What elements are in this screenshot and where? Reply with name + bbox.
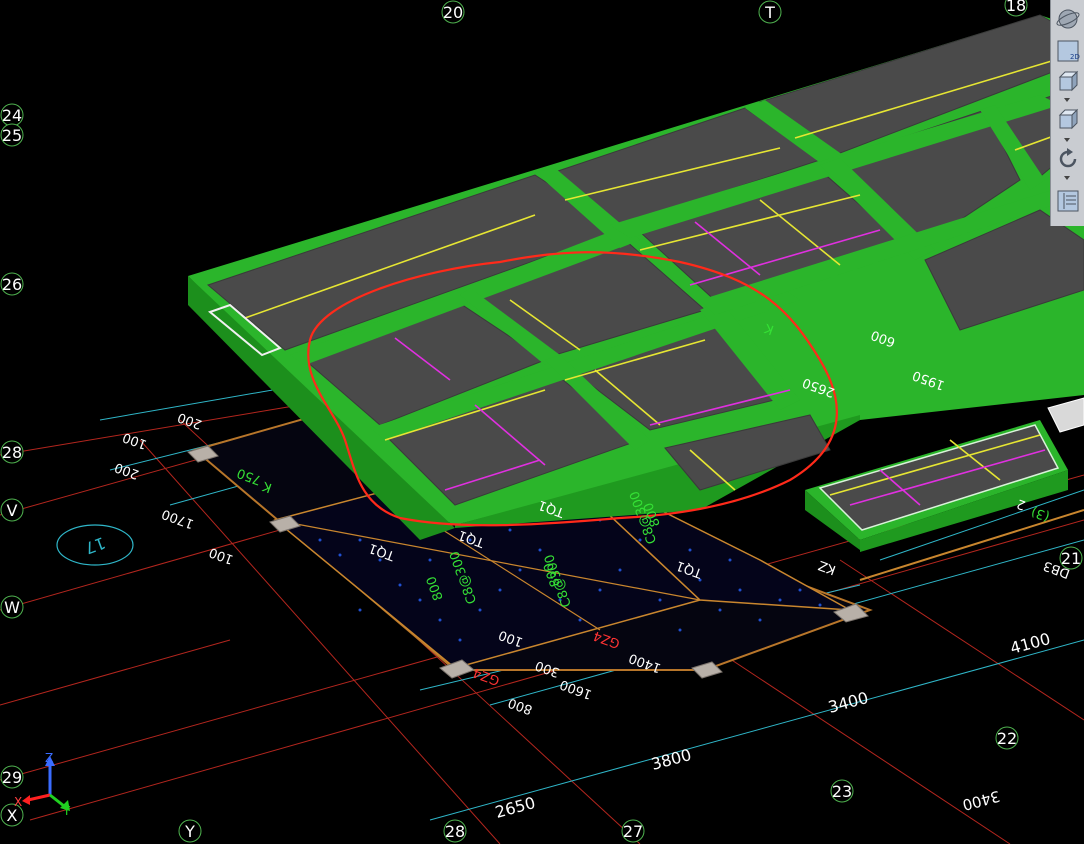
axis-bubble-22[interactable]: 22	[995, 726, 1019, 750]
svg-text:V: V	[7, 501, 18, 520]
svg-text:200: 200	[176, 409, 204, 432]
svg-text:4100: 4100	[1008, 629, 1052, 658]
chevron-down-icon[interactable]	[1064, 138, 1070, 142]
svg-text:22: 22	[997, 729, 1017, 748]
svg-text:1700: 1700	[160, 506, 196, 531]
axis-bubble-29[interactable]: 29	[0, 765, 24, 789]
svg-text:25: 25	[2, 126, 22, 145]
axis-bubble-Y[interactable]: Y	[178, 819, 202, 843]
axis-bubble-V[interactable]: V	[0, 498, 24, 522]
svg-text:29: 29	[2, 768, 22, 787]
svg-text:17: 17	[82, 533, 108, 558]
svg-text:20: 20	[443, 3, 463, 22]
axis-bubble-21[interactable]: 21	[1059, 546, 1083, 570]
axis-bubble-27[interactable]: 27	[621, 819, 645, 843]
cad-3d-viewport[interactable]: 17 2650 3800 3400 4100 3400 800 1600 140…	[0, 0, 1084, 844]
axis-bubble-23[interactable]: 23	[830, 779, 854, 803]
svg-text:100: 100	[121, 429, 149, 452]
axis-bubble-28-left[interactable]: 28	[0, 440, 24, 464]
svg-text:28: 28	[445, 822, 465, 841]
svg-text:X: X	[14, 795, 22, 809]
axis-bubble-24[interactable]: 24	[0, 103, 24, 127]
svg-text:28: 28	[2, 443, 22, 462]
rotate-icon[interactable]	[1055, 146, 1081, 172]
svg-text:2650: 2650	[493, 793, 537, 822]
axis-marker-17: 17	[56, 524, 134, 566]
svg-text:800: 800	[506, 694, 534, 717]
svg-text:W: W	[4, 598, 20, 617]
view-2d-button[interactable]: 2D	[1055, 38, 1081, 64]
axis-bubble-28-bottom[interactable]: 28	[443, 819, 467, 843]
axis-triad-icon: Z X Y	[14, 751, 71, 818]
chevron-down-icon[interactable]	[1064, 176, 1070, 180]
svg-text:21: 21	[1061, 549, 1081, 568]
svg-text:23: 23	[832, 782, 852, 801]
svg-text:18: 18	[1006, 0, 1026, 15]
axis-bubble-26[interactable]: 26	[0, 272, 24, 296]
chevron-down-icon[interactable]	[1064, 98, 1070, 102]
svg-text:24: 24	[2, 106, 22, 125]
svg-text:Y: Y	[62, 804, 71, 818]
svg-text:100: 100	[207, 544, 235, 567]
svg-text:200: 200	[113, 459, 141, 482]
axis-bubble-20[interactable]: 20	[441, 0, 465, 24]
svg-text:Y: Y	[184, 822, 195, 841]
svg-text:Z: Z	[45, 751, 53, 765]
svg-text:1600: 1600	[558, 676, 594, 701]
svg-text:3400: 3400	[826, 688, 870, 717]
axis-bubble-T[interactable]: T	[758, 0, 782, 24]
orbit-globe-icon[interactable]	[1055, 6, 1081, 32]
axis-bubble-W[interactable]: W	[0, 595, 24, 619]
svg-text:26: 26	[2, 275, 22, 294]
svg-text:T: T	[764, 3, 775, 22]
svg-text:3800: 3800	[649, 745, 693, 774]
axis-bubble-25[interactable]: 25	[0, 123, 24, 147]
view-toolbar: 2D	[1050, 0, 1084, 226]
svg-text:3400: 3400	[960, 787, 1002, 814]
svg-text:(3): (3)	[1029, 503, 1051, 523]
svg-text:KZ: KZ	[816, 557, 838, 577]
axis-bubble-18[interactable]: 18	[1004, 0, 1028, 17]
svg-text:27: 27	[623, 822, 643, 841]
view-2d-label: 2D	[1070, 53, 1080, 61]
cube-iso-icon[interactable]	[1055, 106, 1081, 132]
display-settings-icon[interactable]	[1055, 188, 1081, 214]
cube-3d-icon[interactable]	[1055, 68, 1081, 94]
